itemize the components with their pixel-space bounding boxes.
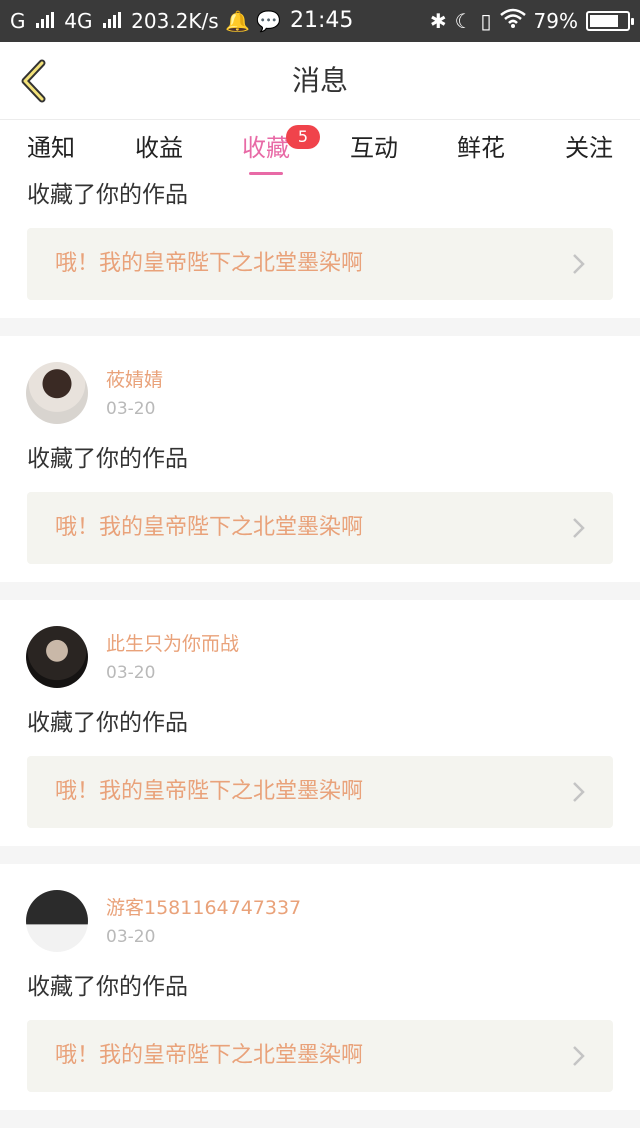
- tab-label: 鲜花: [457, 134, 505, 162]
- list-item: 此生只为你而战 03-20 收藏了你的作品 哦！我的皇帝陛下之北堂墨染啊: [0, 600, 640, 846]
- status-left: G 4G 203.2K/s 🔔 💬: [10, 8, 281, 34]
- tab-label: 收益: [135, 134, 183, 162]
- timestamp: 03-20: [106, 927, 156, 947]
- tab-bar: 通知 收益 收藏 5 互动 鲜花 关注: [0, 121, 640, 179]
- network-label: 4G: [64, 9, 93, 33]
- list-item: 游客1581164747337 03-20 收藏了你的作品 哦！我的皇帝陛下之北…: [0, 864, 640, 1110]
- tab-label: 通知: [27, 134, 75, 162]
- chevron-right-icon: [573, 782, 585, 802]
- work-link[interactable]: 哦！我的皇帝陛下之北堂墨染啊: [27, 492, 613, 564]
- work-title: 哦！我的皇帝陛下之北堂墨染啊: [55, 251, 364, 276]
- moon-icon: ☾: [454, 9, 473, 33]
- chevron-right-icon: [573, 1046, 585, 1066]
- divider: [0, 1110, 640, 1128]
- tab-earnings[interactable]: 收益: [119, 133, 199, 163]
- tab-interactions[interactable]: 互动: [334, 133, 414, 163]
- carrier-label: G: [10, 9, 26, 33]
- signal-icon-2: [102, 12, 121, 28]
- battery-percent: 79%: [533, 9, 578, 33]
- avatar[interactable]: [26, 362, 88, 424]
- action-text: 收藏了你的作品: [27, 182, 188, 208]
- tab-label: 互动: [350, 134, 398, 162]
- signal-icon: [35, 12, 54, 28]
- clock: 21:45: [290, 8, 354, 33]
- unread-badge: 5: [286, 125, 320, 149]
- status-right: ✱ ☾ ▯ 79%: [429, 8, 634, 34]
- header: 消息: [0, 42, 640, 120]
- chevron-right-icon: [573, 254, 585, 274]
- battery-icon: [586, 11, 634, 31]
- work-title: 哦！我的皇帝陛下之北堂墨染啊: [55, 515, 364, 540]
- status-bar: G 4G 203.2K/s 🔔 💬 21:45 ✱ ☾ ▯ 79%: [0, 0, 640, 42]
- work-link[interactable]: 哦！我的皇帝陛下之北堂墨染啊: [27, 756, 613, 828]
- tab-following[interactable]: 关注: [549, 133, 629, 163]
- notification-bell-icon: 🔔: [225, 9, 250, 33]
- message-bubble-icon: 💬: [256, 9, 282, 33]
- tab-label: 关注: [565, 134, 613, 162]
- timestamp: 03-20: [106, 399, 156, 419]
- list-item: 莜婧婧 03-20 收藏了你的作品 哦！我的皇帝陛下之北堂墨染啊: [0, 336, 640, 582]
- active-tab-indicator: [249, 172, 283, 175]
- avatar[interactable]: [26, 890, 88, 952]
- divider: [0, 582, 640, 600]
- divider: [0, 846, 640, 864]
- tab-notifications[interactable]: 通知: [11, 133, 91, 163]
- work-link[interactable]: 哦！我的皇帝陛下之北堂墨染啊: [27, 1020, 613, 1092]
- wifi-icon: [499, 8, 526, 34]
- username[interactable]: 此生只为你而战: [106, 632, 239, 656]
- action-text: 收藏了你的作品: [27, 446, 188, 472]
- tab-label: 收藏: [242, 134, 290, 162]
- tab-flowers[interactable]: 鲜花: [441, 133, 521, 163]
- work-title: 哦！我的皇帝陛下之北堂墨染啊: [55, 1043, 364, 1068]
- page-title: 消息: [291, 64, 348, 97]
- network-speed: 203.2K/s: [131, 9, 219, 33]
- divider: [0, 318, 640, 336]
- list-item: 收藏了你的作品 哦！我的皇帝陛下之北堂墨染啊: [0, 179, 640, 318]
- avatar[interactable]: [26, 626, 88, 688]
- action-text: 收藏了你的作品: [27, 974, 188, 1000]
- vibrate-icon: ▯: [480, 9, 492, 33]
- tab-favorites[interactable]: 收藏 5: [226, 125, 320, 175]
- battery-fill: [590, 15, 618, 27]
- action-text: 收藏了你的作品: [27, 710, 188, 736]
- work-link[interactable]: 哦！我的皇帝陛下之北堂墨染啊: [27, 228, 613, 300]
- work-title: 哦！我的皇帝陛下之北堂墨染啊: [55, 779, 364, 804]
- username[interactable]: 游客1581164747337: [106, 896, 301, 920]
- bluetooth-icon: ✱: [429, 9, 447, 33]
- timestamp: 03-20: [106, 663, 156, 683]
- chevron-right-icon: [573, 518, 585, 538]
- username[interactable]: 莜婧婧: [106, 368, 163, 392]
